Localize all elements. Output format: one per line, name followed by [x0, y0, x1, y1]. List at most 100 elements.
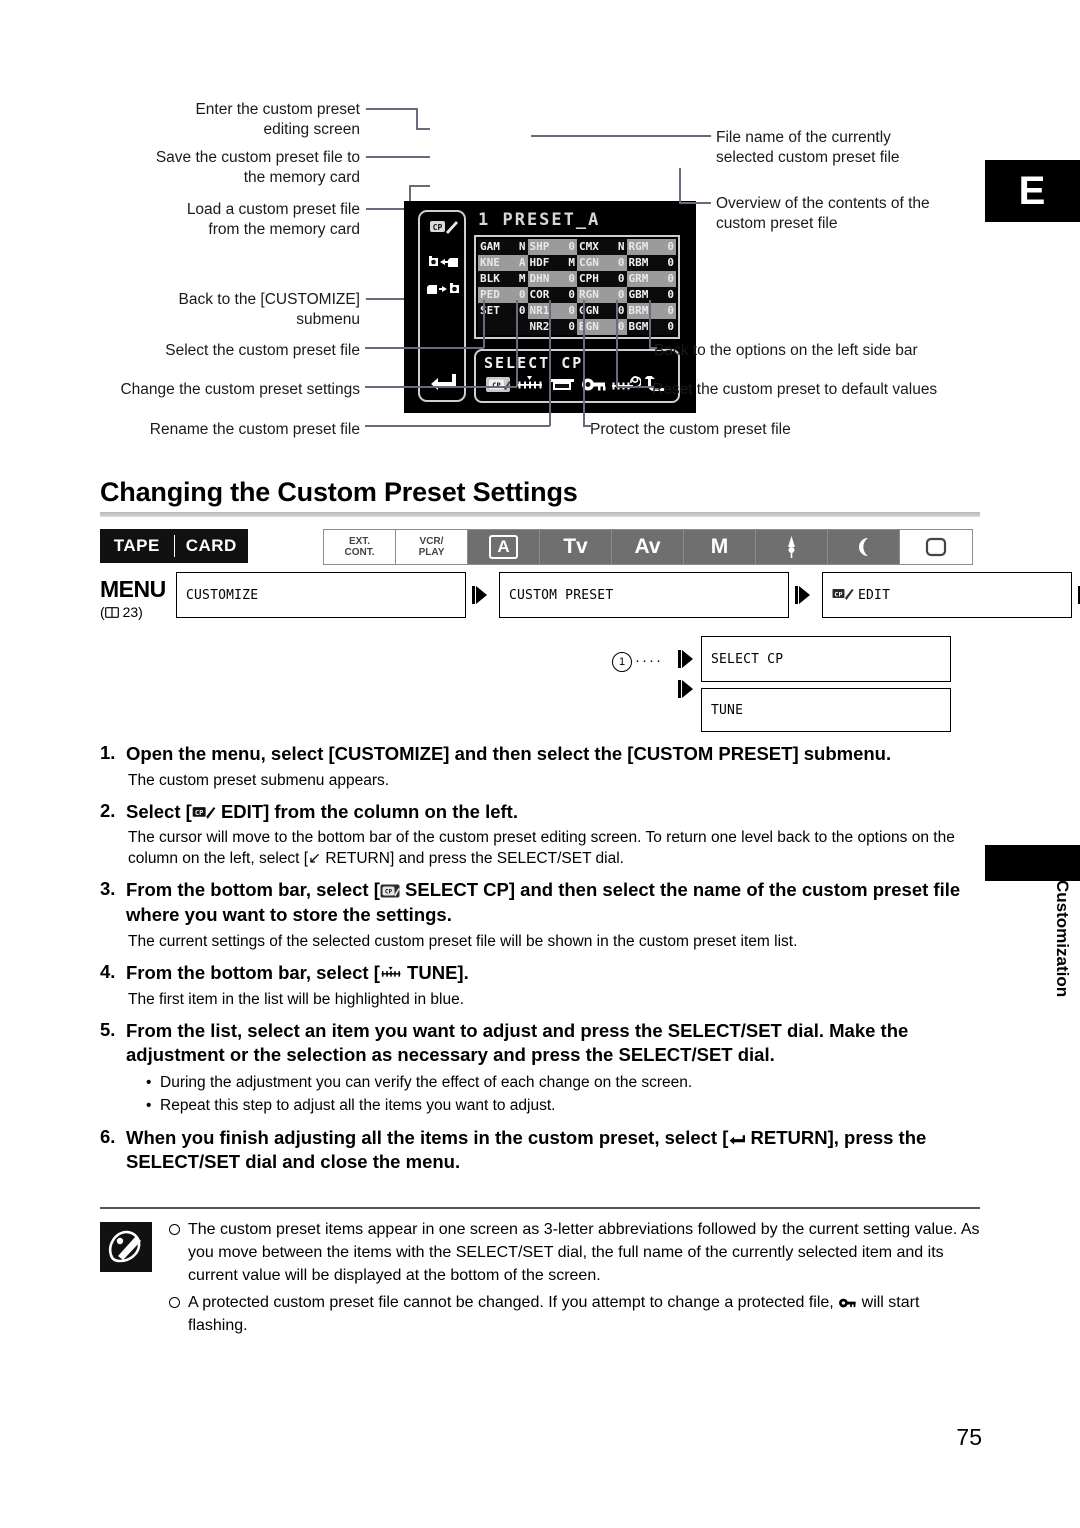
callout-protect-file: Protect the custom preset file — [590, 421, 791, 438]
leader-line — [583, 425, 593, 427]
menu-box-cp-edit[interactable]: CP EDIT — [822, 572, 1072, 618]
preset-item-cell[interactable]: GBM 0 — [626, 287, 676, 303]
preset-item-cell[interactable]: HDF M — [527, 255, 577, 271]
step-title: From the list, select an item you want t… — [126, 1019, 909, 1066]
preset-item-cell[interactable]: CGN 0 — [577, 255, 627, 271]
flow-dots: ···· — [635, 652, 663, 669]
menu-box-customize[interactable]: CUSTOMIZE — [176, 572, 466, 618]
rename-icon[interactable] — [546, 376, 578, 398]
menu-navigation-flow: MENU ( 23) CUSTOMIZE CUSTOM PRESET CP ED… — [100, 572, 1080, 732]
preset-item-cell[interactable]: BRM 0 — [626, 303, 676, 319]
preset-item-key: SHP — [529, 240, 550, 253]
step-2-body: The cursor will move to the bottom bar o… — [128, 829, 955, 868]
mode-av: Av — [612, 530, 684, 564]
mode-ext-cont: EXT. CONT. — [324, 530, 396, 564]
mode-easy-recording — [900, 530, 972, 564]
preset-item-key: BLK — [480, 272, 500, 285]
preset-item-cell[interactable]: GRM 0 — [626, 271, 676, 287]
callout-overview-contents: Overview of the contents of the custom p… — [716, 195, 930, 233]
book-icon — [104, 607, 119, 618]
preset-item-cell[interactable]: NR1 0 — [527, 303, 577, 319]
preset-item-cell[interactable]: GAM N — [478, 239, 528, 255]
step-number: 1. — [100, 742, 116, 763]
note-pencil-icon — [100, 1222, 152, 1272]
step-number: 6. — [100, 1125, 116, 1147]
leader-line — [409, 185, 430, 187]
preset-item-value: A — [518, 256, 526, 269]
svg-text:CP: CP — [834, 590, 842, 598]
return-arrow-icon[interactable] — [420, 372, 468, 395]
select-cp-icon: CP — [380, 879, 400, 900]
preset-item-value: M — [518, 272, 526, 285]
preset-item-key: NR1 — [529, 304, 550, 317]
preset-item-key: GBM — [628, 288, 649, 301]
preset-item-cell[interactable]: CPH 0 — [577, 271, 627, 287]
svg-text:CP: CP — [385, 889, 393, 896]
preset-item-value: 0 — [617, 288, 625, 301]
preset-item-cell[interactable]: PED 0 — [478, 287, 528, 303]
preset-item-row: SET 0 NR1 0 GGN 0 BRM 0 — [478, 303, 676, 319]
preset-item-key: BGN — [579, 320, 599, 333]
preset-item-value: N — [617, 240, 625, 253]
step-title: When you finish adjusting all the items … — [126, 1126, 927, 1173]
menu-label: MENU — [100, 576, 166, 602]
leader-line — [616, 300, 618, 387]
preset-item-key: HDF — [529, 256, 550, 269]
menu-box-custom-preset[interactable]: CUSTOM PRESET — [499, 572, 789, 618]
preset-item-value: 0 — [667, 272, 674, 285]
preset-item-value: 0 — [568, 320, 575, 333]
leader-line — [365, 347, 484, 349]
step-3-body: The current settings of the selected cus… — [128, 932, 798, 950]
preset-item-cell[interactable]: SHP 0 — [527, 239, 577, 255]
svg-text:CP: CP — [433, 223, 443, 232]
return-arrow-icon — [728, 1127, 746, 1148]
lcd-bottom-label: SELECT CP — [484, 354, 584, 372]
leader-line — [649, 300, 651, 348]
preset-item-cell[interactable]: RBM 0 — [626, 255, 676, 271]
leader-line — [416, 128, 430, 130]
save-to-card-icon[interactable] — [420, 255, 468, 275]
preset-item-value: 0 — [518, 288, 526, 301]
menu-box-select-cp[interactable]: SELECT CP — [701, 636, 951, 682]
step-title: From the bottom bar, select [ TUNE]. — [126, 961, 469, 983]
preset-item-cell[interactable]: SET 0 — [478, 303, 528, 319]
tune-icon[interactable] — [514, 376, 546, 398]
preset-item-row: PED 0 COR 0 RGN 0 GBM 0 — [478, 287, 676, 303]
leader-line — [516, 300, 518, 387]
menu-box-tune[interactable]: TUNE — [701, 688, 951, 732]
preset-item-cell[interactable]: KNE A — [478, 255, 528, 271]
step-4: 4. From the bottom bar, select [ TUNE]. — [100, 961, 982, 986]
preset-item-cell[interactable]: CMX N — [577, 239, 627, 255]
callout-load-from-card: Load a custom preset file from the memor… — [186, 201, 360, 239]
preset-item-value: 0 — [568, 240, 575, 253]
title-rule — [100, 512, 980, 517]
mode-auto: A — [468, 530, 540, 564]
mode-vcr-play: VCR/ PLAY — [396, 530, 468, 564]
step-number: 5. — [100, 1018, 116, 1040]
preset-item-cell[interactable]: NR2 0 — [527, 319, 577, 335]
preset-item-key: RBM — [628, 256, 649, 269]
mode-availability-bar: TAPE CARD EXT. CONT. VCR/ PLAY A Tv Av M — [100, 529, 980, 565]
load-from-card-icon[interactable] — [420, 282, 468, 302]
tune-icon — [380, 962, 402, 983]
note-item: The custom preset items appear in one sc… — [168, 1218, 982, 1288]
preset-item-cell[interactable]: BLK M — [478, 271, 528, 287]
preset-item-row: BLK M DHN 0 CPH 0 GRM 0 — [478, 271, 676, 287]
step-title: Select [ CP EDIT] from the column on the… — [126, 800, 518, 822]
spotlight-icon — [788, 536, 795, 558]
preset-item-cell[interactable]: RGM 0 — [626, 239, 676, 255]
preset-item-cell[interactable]: BGM 0 — [626, 319, 676, 335]
preset-item-value: 0 — [667, 320, 674, 333]
media-tape-label: TAPE — [113, 536, 160, 555]
mode-tv: Tv — [540, 530, 612, 564]
preset-item-key: BRM — [628, 304, 649, 317]
cp-edit-icon[interactable]: CP — [420, 219, 468, 240]
step-number: 4. — [100, 960, 116, 982]
preset-item-cell[interactable]: DHN 0 — [527, 271, 577, 287]
preset-item-key: CMX — [579, 240, 599, 253]
preset-item-key: CGN — [579, 256, 599, 269]
preset-item-cell[interactable]: COR 0 — [527, 287, 577, 303]
leader-line — [679, 168, 681, 203]
preset-item-value: 0 — [568, 288, 575, 301]
leader-line — [365, 425, 550, 427]
